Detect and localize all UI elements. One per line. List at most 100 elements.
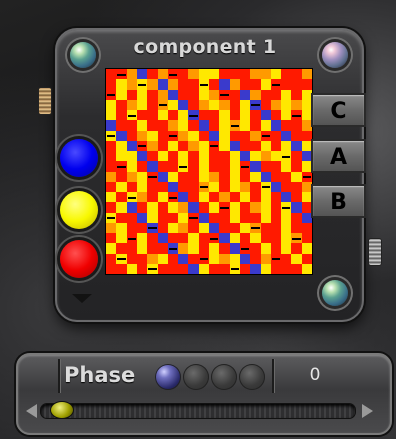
- matrix-cell[interactable]: [281, 161, 292, 172]
- matrix-cell[interactable]: [239, 89, 251, 100]
- matrix-cell[interactable]: [188, 253, 199, 264]
- matrix-cell[interactable]: [229, 233, 240, 244]
- matrix-cell[interactable]: [209, 181, 220, 192]
- matrix-cell[interactable]: [198, 120, 209, 131]
- matrix-cell[interactable]: [239, 253, 251, 264]
- matrix-cell[interactable]: [167, 212, 179, 223]
- matrix-cell[interactable]: [147, 171, 158, 182]
- matrix-cell[interactable]: [116, 233, 127, 244]
- matrix-cell[interactable]: [116, 202, 127, 213]
- matrix-cell[interactable]: [260, 253, 271, 264]
- matrix-cell[interactable]: [106, 243, 117, 254]
- matrix-cell[interactable]: [167, 181, 179, 192]
- matrix-cell[interactable]: [250, 202, 261, 213]
- matrix-cell[interactable]: [301, 171, 312, 182]
- matrix-cell[interactable]: [209, 140, 220, 151]
- matrix-cell[interactable]: [147, 130, 158, 141]
- matrix-cell[interactable]: [188, 130, 199, 141]
- matrix-cell[interactable]: [250, 110, 261, 121]
- matrix-cell[interactable]: [106, 69, 117, 80]
- matrix-cell[interactable]: [291, 110, 302, 121]
- matrix-cell[interactable]: [188, 79, 199, 90]
- matrix-cell[interactable]: [178, 161, 189, 172]
- matrix-cell[interactable]: [260, 69, 271, 80]
- matrix-cell[interactable]: [126, 181, 137, 192]
- matrix-cell[interactable]: [239, 181, 251, 192]
- matrix-cell[interactable]: [167, 171, 179, 182]
- matrix-cell[interactable]: [209, 161, 220, 172]
- matrix-cell[interactable]: [136, 202, 148, 213]
- matrix-cell[interactable]: [219, 120, 230, 131]
- matrix-cell[interactable]: [239, 243, 251, 254]
- matrix-cell[interactable]: [106, 151, 117, 162]
- matrix-cell[interactable]: [147, 222, 158, 233]
- top-right-gem-icon[interactable]: [322, 42, 348, 68]
- matrix-cell[interactable]: [147, 99, 158, 110]
- matrix-cell[interactable]: [260, 233, 271, 244]
- matrix-cell[interactable]: [229, 151, 240, 162]
- matrix-cell[interactable]: [209, 263, 220, 274]
- matrix-cell[interactable]: [136, 181, 148, 192]
- matrix-cell[interactable]: [291, 253, 302, 264]
- matrix-cell[interactable]: [106, 161, 117, 172]
- matrix-cell[interactable]: [136, 89, 148, 100]
- matrix-cell[interactable]: [126, 130, 137, 141]
- matrix-cell[interactable]: [281, 110, 292, 121]
- matrix-cell[interactable]: [291, 181, 302, 192]
- matrix-cell[interactable]: [178, 212, 189, 223]
- side-button-c[interactable]: C: [311, 93, 366, 127]
- matrix-cell[interactable]: [281, 212, 292, 223]
- matrix-cell[interactable]: [157, 253, 168, 264]
- matrix-cell[interactable]: [281, 171, 292, 182]
- matrix-cell[interactable]: [219, 243, 230, 254]
- matrix-cell[interactable]: [157, 243, 168, 254]
- matrix-cell[interactable]: [291, 79, 302, 90]
- matrix-cell[interactable]: [301, 69, 312, 80]
- matrix-cell[interactable]: [270, 161, 282, 172]
- matrix-cell[interactable]: [157, 161, 168, 172]
- matrix-cell[interactable]: [188, 171, 199, 182]
- top-left-gem-icon[interactable]: [70, 42, 96, 68]
- matrix-cell[interactable]: [157, 181, 168, 192]
- matrix-cell[interactable]: [157, 99, 168, 110]
- matrix-cell[interactable]: [291, 69, 302, 80]
- matrix-cell[interactable]: [167, 243, 179, 254]
- matrix-cell[interactable]: [147, 263, 158, 274]
- matrix-cell[interactable]: [116, 151, 127, 162]
- matrix-cell[interactable]: [106, 79, 117, 90]
- matrix-cell[interactable]: [167, 99, 179, 110]
- matrix-cell[interactable]: [219, 99, 230, 110]
- matrix-cell[interactable]: [260, 263, 271, 274]
- matrix-cell[interactable]: [167, 69, 179, 80]
- matrix-cell[interactable]: [178, 181, 189, 192]
- matrix-cell[interactable]: [188, 181, 199, 192]
- matrix-cell[interactable]: [250, 99, 261, 110]
- matrix-cell[interactable]: [157, 202, 168, 213]
- matrix-cell[interactable]: [167, 120, 179, 131]
- matrix-cell[interactable]: [188, 243, 199, 254]
- matrix-cell[interactable]: [209, 69, 220, 80]
- matrix-cell[interactable]: [116, 69, 127, 80]
- matrix-cell[interactable]: [106, 233, 117, 244]
- matrix-cell[interactable]: [106, 130, 117, 141]
- matrix-cell[interactable]: [178, 222, 189, 233]
- matrix-cell[interactable]: [136, 161, 148, 172]
- matrix-cell[interactable]: [239, 140, 251, 151]
- matrix-cell[interactable]: [157, 233, 168, 244]
- matrix-cell[interactable]: [198, 202, 209, 213]
- matrix-cell[interactable]: [260, 212, 271, 223]
- matrix-cell[interactable]: [291, 233, 302, 244]
- matrix-cell[interactable]: [270, 222, 282, 233]
- matrix-cell[interactable]: [116, 130, 127, 141]
- matrix-cell[interactable]: [219, 222, 230, 233]
- matrix-cell[interactable]: [106, 89, 117, 100]
- blue-swatch[interactable]: [60, 139, 98, 177]
- matrix-cell[interactable]: [239, 161, 251, 172]
- matrix-cell[interactable]: [239, 263, 251, 274]
- matrix-cell[interactable]: [126, 79, 137, 90]
- matrix-cell[interactable]: [106, 263, 117, 274]
- matrix-cell[interactable]: [188, 161, 199, 172]
- matrix-cell[interactable]: [260, 130, 271, 141]
- matrix-cell[interactable]: [260, 89, 271, 100]
- matrix-cell[interactable]: [219, 140, 230, 151]
